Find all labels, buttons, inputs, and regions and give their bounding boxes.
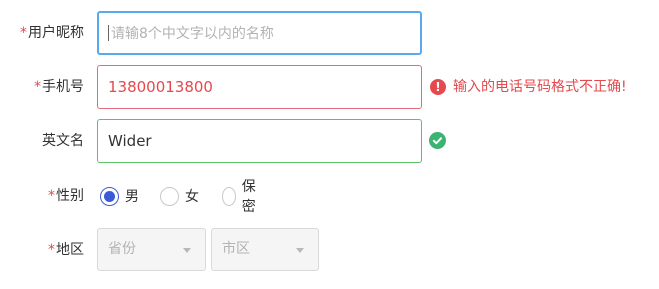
phone-error-message: 输入的电话号码格式不正确! [453,79,627,95]
required-mark: * [48,188,55,204]
region-label: *地区 [48,242,84,258]
check-mark-icon [432,137,442,145]
radio-label: 男 [125,189,139,205]
required-mark: * [20,25,27,41]
error-icon: ! [430,79,446,95]
gender-option-secret[interactable]: 保密 [222,179,261,215]
phone-input[interactable]: 13800013800 [97,65,422,109]
radio-unchecked-icon [160,186,179,206]
nickname-row: *用户昵称 请输8个中文字以内的名称 [0,11,659,55]
province-placeholder: 省份 [108,241,136,257]
english-name-row: 英文名 Wider [0,119,659,163]
nickname-label: *用户昵称 [20,25,84,41]
nickname-placeholder: 请输8个中文字以内的名称 [111,26,274,42]
required-mark: * [34,79,41,95]
text-caret [108,24,109,41]
gender-option-male[interactable]: 男 [100,186,139,206]
nickname-input[interactable]: 请输8个中文字以内的名称 [97,11,422,55]
radio-checked-icon [100,186,119,206]
check-circle-icon [429,132,446,149]
chevron-down-icon [296,248,304,253]
gender-option-female[interactable]: 女 [160,186,199,206]
english-name-input[interactable]: Wider [97,119,422,163]
chevron-down-icon [183,248,191,253]
required-mark: * [48,242,55,258]
phone-row: *手机号 13800013800 ! 输入的电话号码格式不正确! [0,65,659,109]
city-placeholder: 市区 [222,241,250,257]
gender-label: *性别 [48,188,84,204]
radio-label: 保密 [241,179,256,215]
city-select[interactable]: 市区 [211,228,319,271]
gender-row: *性别 男 女 保密 [0,174,659,218]
radio-unchecked-icon [222,186,236,206]
province-select[interactable]: 省份 [97,228,206,271]
phone-label: *手机号 [34,79,84,95]
radio-label: 女 [185,189,199,205]
english-name-label: 英文名 [42,133,84,149]
region-row: *地区 省份 市区 [0,228,659,272]
